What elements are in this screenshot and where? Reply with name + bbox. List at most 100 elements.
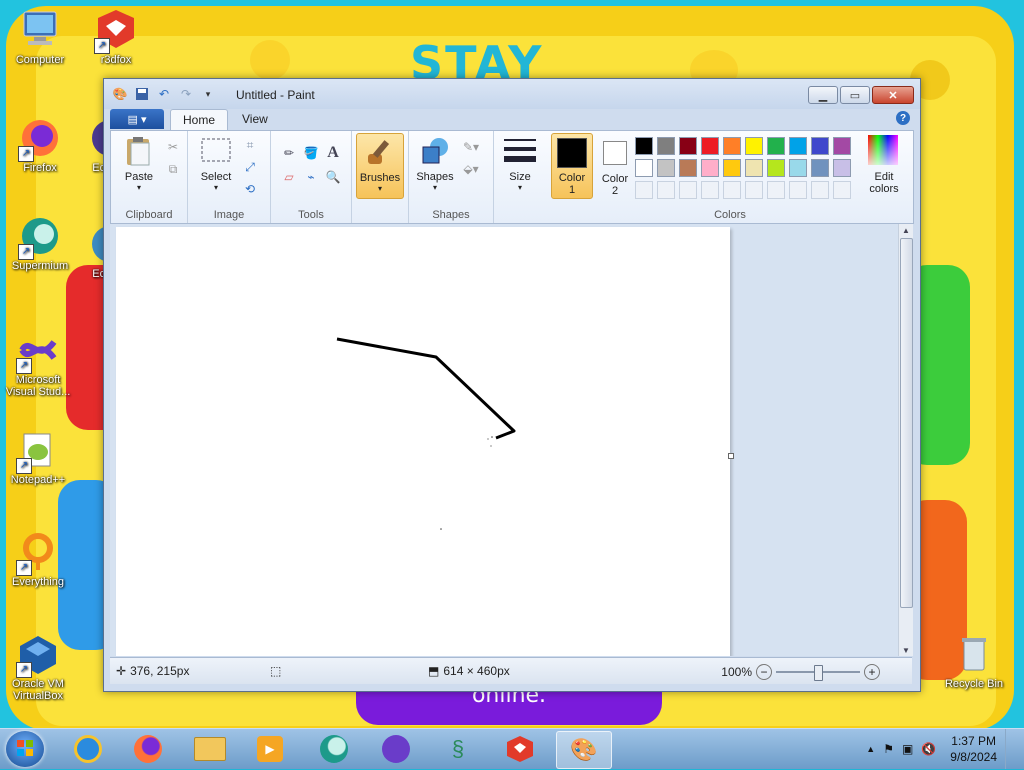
desktop-icon-label: Recycle Bin (944, 678, 1004, 690)
palette-swatch[interactable] (701, 137, 719, 155)
rotate-icon[interactable]: ⟲ (240, 179, 260, 199)
palette-swatch[interactable] (657, 159, 675, 177)
custom-color-slot[interactable] (833, 181, 851, 199)
palette-swatch[interactable] (657, 137, 675, 155)
taskbar-firefox[interactable] (126, 731, 170, 767)
select-button[interactable]: Select ▾ (194, 135, 238, 201)
zoom-out-icon[interactable]: − (756, 664, 772, 680)
help-icon[interactable]: ? (896, 111, 910, 125)
volume-muted-icon[interactable]: 🔇 (921, 742, 936, 756)
palette-swatch[interactable] (679, 137, 697, 155)
paste-button[interactable]: Paste ▾ (117, 135, 161, 201)
file-menu-button[interactable]: ▤ ▾ (110, 109, 164, 129)
drawing-canvas[interactable] (116, 227, 734, 656)
outline-icon[interactable]: ✎▾ (461, 137, 481, 157)
customize-qat-icon[interactable]: ▾ (200, 86, 216, 102)
custom-color-slot[interactable] (723, 181, 741, 199)
custom-color-slot[interactable] (701, 181, 719, 199)
palette-swatch[interactable] (789, 159, 807, 177)
save-icon[interactable] (134, 86, 150, 102)
palette-swatch[interactable] (745, 137, 763, 155)
taskbar-paint[interactable]: 🎨 (556, 731, 612, 769)
clock[interactable]: 1:37 PM 9/8/2024 (950, 733, 997, 765)
custom-color-slot[interactable] (745, 181, 763, 199)
palette-swatch[interactable] (833, 159, 851, 177)
palette-swatch[interactable] (635, 137, 653, 155)
palette-swatch[interactable] (789, 137, 807, 155)
cut-icon[interactable]: ✂ (163, 137, 183, 157)
taskbar-app-dragon[interactable]: § (436, 731, 480, 767)
resize-icon[interactable]: ⤢ (240, 157, 260, 177)
network-icon[interactable]: ▣ (902, 742, 913, 756)
vertical-scrollbar[interactable]: ▲ ▼ (898, 224, 913, 656)
paint-app-icon[interactable]: 🎨 (112, 86, 128, 102)
text-icon[interactable]: A (323, 143, 343, 163)
scroll-down-icon[interactable]: ▼ (899, 644, 913, 656)
palette-swatch[interactable] (701, 159, 719, 177)
scrollbar-thumb[interactable] (900, 238, 913, 608)
copy-icon[interactable]: ⧉ (163, 159, 183, 179)
magnifier-icon[interactable]: 🔍 (323, 167, 343, 187)
zoom-slider-thumb[interactable] (814, 665, 823, 681)
crop-icon[interactable]: ⌗ (240, 135, 260, 155)
palette-swatch[interactable] (679, 159, 697, 177)
desktop-icon-visual-studio[interactable]: ↗ Microsoft Visual Stud... (0, 328, 76, 398)
show-hidden-icons-icon[interactable]: ▲ (866, 744, 875, 754)
close-button[interactable]: ✕ (872, 86, 914, 104)
shortcut-arrow-icon: ↗ (16, 560, 32, 576)
custom-color-slot[interactable] (789, 181, 807, 199)
fill-icon[interactable]: 🪣 (301, 143, 321, 163)
palette-swatch[interactable] (745, 159, 763, 177)
taskbar-visual-studio[interactable] (374, 731, 418, 767)
desktop-icon-everything[interactable]: ↗ Everything (0, 530, 76, 588)
taskbar-r3dfox[interactable] (498, 731, 542, 767)
color-picker-icon[interactable]: ⌁ (301, 167, 321, 187)
tab-view[interactable]: View (230, 109, 280, 129)
desktop-icon-virtualbox[interactable]: ↗ Oracle VM VirtualBox (0, 632, 76, 702)
edit-colors-button[interactable]: Edit colors (859, 135, 909, 201)
desktop-icon-r3dfox[interactable]: ↗ r3dfox (78, 8, 154, 66)
maximize-button[interactable]: ▭ (840, 86, 870, 104)
taskbar-media-player[interactable]: ▶ (248, 731, 292, 767)
custom-color-slot[interactable] (679, 181, 697, 199)
redo-icon[interactable]: ↷ (178, 86, 194, 102)
palette-swatch[interactable] (811, 159, 829, 177)
palette-swatch[interactable] (723, 137, 741, 155)
shapes-button[interactable]: Shapes ▾ (413, 135, 457, 201)
zoom-slider[interactable] (776, 665, 860, 681)
custom-color-slot[interactable] (635, 181, 653, 199)
taskbar-supermium[interactable] (312, 731, 356, 767)
color1-button[interactable]: Color 1 (551, 133, 593, 199)
canvas-resize-handle[interactable] (728, 453, 734, 459)
start-button[interactable] (6, 731, 44, 767)
custom-color-slot[interactable] (811, 181, 829, 199)
brushes-button[interactable]: Brushes ▾ (356, 133, 404, 199)
desktop-icon-computer[interactable]: Computer (2, 8, 78, 66)
undo-icon[interactable]: ↶ (156, 86, 172, 102)
palette-swatch[interactable] (767, 137, 785, 155)
desktop-icon-notepadpp[interactable]: ↗ Notepad++ (0, 428, 76, 486)
scroll-up-icon[interactable]: ▲ (899, 224, 913, 236)
taskbar-ie[interactable] (66, 731, 110, 767)
palette-swatch[interactable] (811, 137, 829, 155)
action-center-flag-icon[interactable]: ⚑ (883, 742, 894, 756)
eraser-icon[interactable]: ▱ (279, 167, 299, 187)
palette-swatch[interactable] (635, 159, 653, 177)
custom-color-slot[interactable] (657, 181, 675, 199)
title-bar[interactable]: 🎨 ↶ ↷ ▾ Untitled - Paint ▁ ▭ ✕ (104, 79, 920, 109)
zoom-in-icon[interactable]: + (864, 664, 880, 680)
show-desktop-button[interactable] (1005, 729, 1018, 769)
desktop-icon-recycle-bin[interactable]: Recycle Bin (936, 632, 1012, 690)
palette-swatch[interactable] (767, 159, 785, 177)
tab-home[interactable]: Home (170, 109, 229, 130)
size-button[interactable]: Size ▾ (498, 135, 542, 201)
drawn-dot (490, 445, 492, 447)
color2-button[interactable]: Color 2 (595, 133, 635, 197)
palette-swatch[interactable] (833, 137, 851, 155)
custom-color-slot[interactable] (767, 181, 785, 199)
pencil-icon[interactable]: ✏ (279, 143, 299, 163)
minimize-button[interactable]: ▁ (808, 86, 838, 104)
palette-swatch[interactable] (723, 159, 741, 177)
fill-shape-icon[interactable]: ⬙▾ (461, 159, 481, 179)
taskbar-explorer[interactable] (188, 731, 232, 767)
